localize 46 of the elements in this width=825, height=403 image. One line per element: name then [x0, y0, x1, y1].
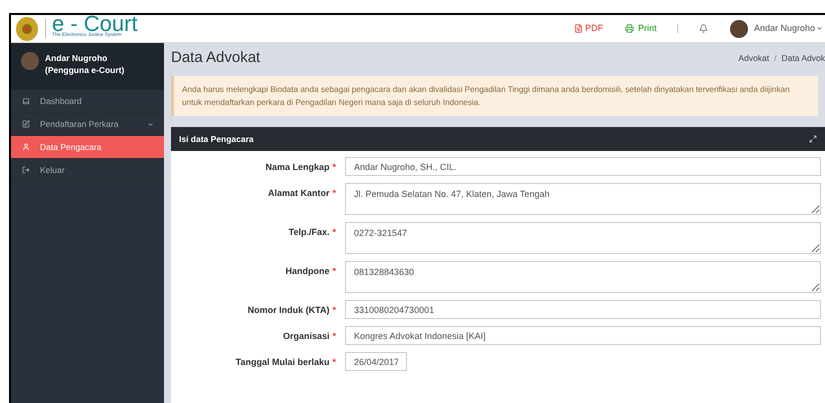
user-role: (Pengguna e-Court)	[45, 64, 124, 76]
text-area[interactable]: Jl. Pemuda Selatan No. 47, Klaten, Jawa Tengah	[345, 183, 821, 215]
required-mark: *	[332, 266, 336, 276]
pdf-icon	[574, 24, 584, 33]
separator: |	[676, 22, 679, 35]
text-field[interactable]: Kongres Advokat Indonesia [KAI]	[345, 326, 821, 345]
field-label: Telp./Fax.	[288, 227, 330, 237]
text-field[interactable]: 3310080204730001	[345, 300, 821, 319]
notification-icon[interactable]	[698, 24, 708, 33]
laptop-icon	[22, 97, 30, 105]
text-field[interactable]: Andar Nugroho, SH., CIL.	[345, 157, 821, 176]
text-area[interactable]: 0272-321547	[345, 222, 821, 254]
caret-icon	[147, 120, 154, 128]
alert-message: Anda harus melengkapi Biodata anda sebagai pengacara dan akan divalidasi Pengadilan Tinggi dimana anda berdomisili, setelah dinyatakan terverifikasi anda diijinkan untuk mendaftarkan perkara di Pengadilan Negeri mana saja di seluruh Indonesia.	[171, 76, 818, 116]
expand-icon[interactable]	[809, 135, 817, 143]
caret-icon	[816, 25, 823, 32]
user-icon	[22, 143, 30, 151]
breadcrumb-link[interactable]: Data Advok	[782, 52, 825, 64]
edit-icon	[22, 120, 30, 128]
user-name: Andar Nugroho	[45, 52, 108, 64]
required-mark: *	[332, 357, 336, 367]
printer-icon	[625, 24, 634, 33]
emblem-icon	[15, 16, 39, 42]
brand-title: e - Court	[52, 15, 138, 33]
required-mark: *	[332, 162, 336, 172]
field-label: Tanggal Mulai berlaku	[236, 357, 330, 367]
user-avatar	[21, 52, 39, 70]
breadcrumb-link[interactable]: Advokat	[738, 52, 770, 64]
panel-title: Isi data Pengacara	[179, 132, 254, 146]
user-avatar[interactable]	[730, 20, 748, 38]
field-label: Organisasi	[282, 331, 330, 341]
user-menu[interactable]: Andar Nugroho	[754, 22, 815, 36]
field-label: Handpone	[285, 266, 330, 276]
text-area[interactable]: 081328843630	[345, 261, 821, 293]
field-label: Alamat Kantor	[268, 188, 330, 198]
pdf-link[interactable]: PDF	[574, 22, 604, 36]
field-label: Nomor Induk (KTA)	[248, 305, 330, 315]
required-mark: *	[332, 188, 336, 198]
field-label: Nama Lengkap	[265, 162, 330, 172]
page-title: Data Advokat	[171, 48, 260, 68]
required-mark: *	[332, 227, 336, 237]
breadcrumb-divider: /	[774, 52, 777, 64]
required-mark: *	[332, 331, 336, 341]
required-mark: *	[332, 305, 336, 315]
logout-icon	[22, 166, 30, 174]
print-link[interactable]: Print	[625, 22, 657, 36]
